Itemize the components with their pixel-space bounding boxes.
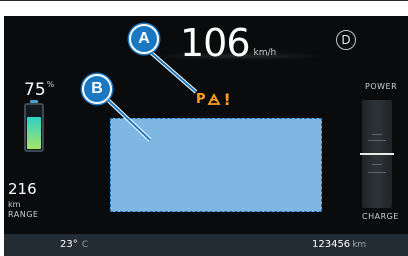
charge-label: CHARGE [362,212,399,221]
battery-body [24,103,44,152]
parking-letter: P [196,91,206,107]
content-placeholder-area[interactable] [110,118,322,212]
top-divider [0,0,408,1]
speedometer: 106 km/h [180,2,276,62]
odometer: 123456 km [312,239,366,250]
speed-unit: km/h [253,48,277,58]
battery-percent: 75% [24,80,54,100]
battery-fill [27,117,41,149]
gear-indicator: D [336,30,356,50]
parking-sensor-warning: P ! [196,88,236,110]
outside-temperature: 23° C [60,239,88,250]
odometer-value: 123456 [312,239,351,250]
battery-percent-unit: % [46,80,55,89]
power-tick [372,134,382,135]
power-tick [372,164,382,165]
temperature-unit: C [81,240,89,250]
callout-b: B [82,74,112,104]
power-label: POWER [365,82,398,91]
power-tick [368,140,386,141]
speed-value: 106 [180,21,251,65]
battery-percent-value: 75 [24,80,46,100]
odometer-unit: km [352,240,367,250]
parking-sensor-warning-icon [207,93,221,105]
warning-exclamation: ! [223,89,231,109]
range-label: RANGE [8,210,39,219]
callout-a: A [129,24,159,54]
power-tick [368,172,386,173]
range-value: 216 [8,180,37,198]
battery-icon [24,100,44,152]
temperature-value: 23° [60,239,78,250]
range-unit: km [8,200,21,209]
power-zero-marker [360,153,394,155]
